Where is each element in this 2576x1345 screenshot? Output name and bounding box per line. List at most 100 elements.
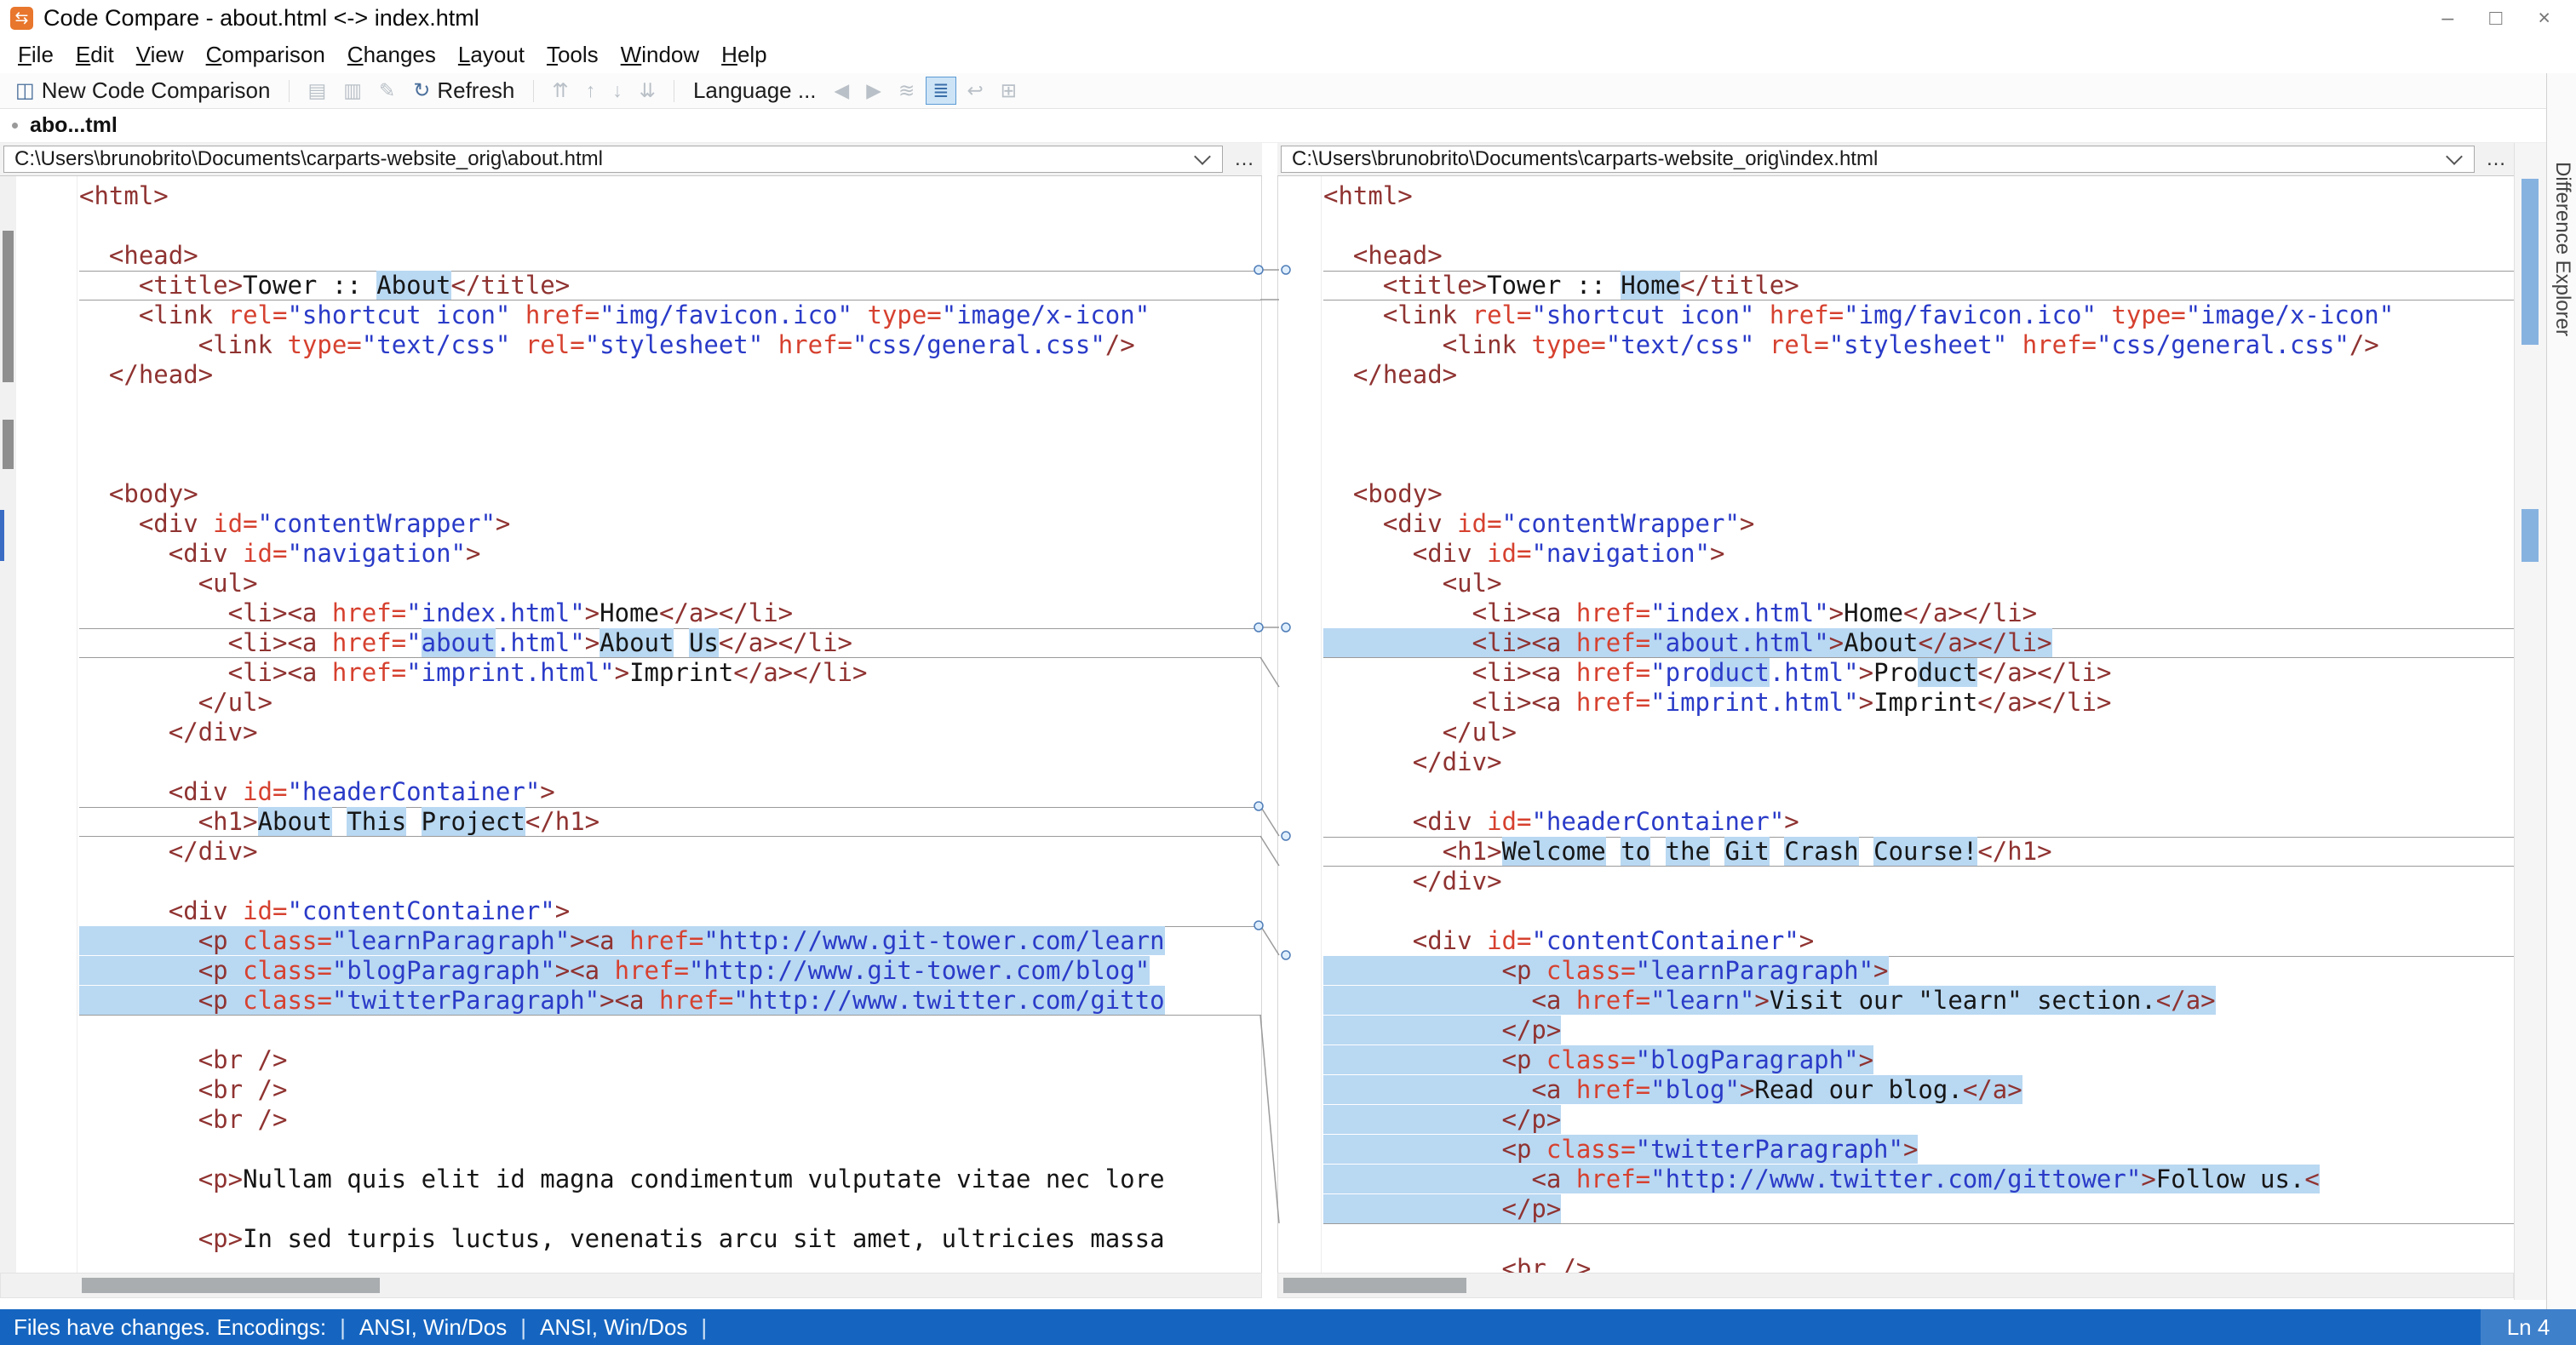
menu-item-help[interactable]: Help	[710, 42, 777, 68]
previous-difference-icon[interactable]: ↑	[580, 77, 602, 104]
menu-item-window[interactable]: Window	[610, 42, 710, 68]
code-line[interactable]: </div>	[79, 718, 1261, 747]
path-combobox-right[interactable]: C:\Users\brunobrito\Documents\carparts-w…	[1281, 146, 2475, 173]
code-line[interactable]: </div>	[79, 837, 1261, 867]
code-line[interactable]: <html>	[79, 181, 1261, 211]
code-line[interactable]	[79, 747, 1261, 777]
code-line[interactable]: <br />	[1323, 1254, 2514, 1273]
menu-item-view[interactable]: View	[125, 42, 195, 68]
code-line[interactable]	[1323, 777, 2514, 807]
code-line[interactable]: <li><a href="index.html">Home</a></li>	[79, 598, 1261, 628]
hscrollbar-right[interactable]	[1277, 1273, 2514, 1298]
code-line[interactable]: <ul>	[79, 569, 1261, 598]
code-line[interactable]: <a href="blog">Read our blog.</a>	[1323, 1075, 2514, 1105]
difference-map[interactable]	[2514, 143, 2547, 1300]
code-line[interactable]: <div id="navigation">	[1323, 539, 2514, 569]
save-icon[interactable]: ▤	[301, 77, 332, 104]
language-menu[interactable]: Language ...	[686, 76, 823, 106]
menu-item-changes[interactable]: Changes	[336, 42, 447, 68]
code-line[interactable]: <head>	[79, 241, 1261, 271]
code-line[interactable]: <link type="text/css" rel="stylesheet" h…	[79, 330, 1261, 360]
last-difference-icon[interactable]: ⇊	[634, 77, 662, 104]
code-editor-right[interactable]: <html> <head> <title>Tower :: Home</titl…	[1277, 175, 2514, 1273]
code-line[interactable]	[79, 1016, 1261, 1045]
code-line[interactable]: </head>	[79, 360, 1261, 390]
path-combobox-left[interactable]: C:\Users\brunobrito\Documents\carparts-w…	[3, 146, 1223, 173]
code-line[interactable]	[1323, 1224, 2514, 1254]
code-line[interactable]: <li><a href="product.html">Product</a></…	[1323, 658, 2514, 688]
code-line[interactable]: </p>	[1323, 1105, 2514, 1135]
change-minimap[interactable]	[0, 176, 17, 1273]
code-line[interactable]: <title>Tower :: Home</title>	[1323, 271, 2514, 300]
browse-button-right[interactable]: …	[2481, 146, 2510, 173]
code-line[interactable]: <li><a href="about.html">About</a></li>	[1323, 628, 2514, 658]
hscrollbar-left[interactable]	[0, 1273, 1262, 1298]
minimize-button[interactable]: –	[2441, 6, 2453, 31]
structure-view-icon[interactable]: ⊞	[995, 77, 1023, 104]
code-line[interactable]: <br />	[79, 1105, 1261, 1135]
code-line[interactable]: </ul>	[79, 688, 1261, 718]
document-tab[interactable]: abo...tml	[30, 113, 118, 138]
copy-to-left-icon[interactable]: ◀	[829, 77, 856, 104]
code-line[interactable]	[79, 390, 1261, 420]
code-line[interactable]	[79, 1135, 1261, 1165]
scrollbar-thumb[interactable]	[1283, 1278, 1466, 1293]
code-line[interactable]: <a href="http://www.twitter.com/gittower…	[1323, 1165, 2514, 1194]
menu-item-tools[interactable]: Tools	[536, 42, 610, 68]
copy-to-right-icon[interactable]: ▶	[860, 77, 887, 104]
code-line[interactable]: <p class="learnParagraph">	[1323, 956, 2514, 986]
code-line[interactable]: <p class="twitterParagraph"><a href="htt…	[79, 986, 1261, 1016]
code-line[interactable]	[79, 211, 1261, 241]
new-code-comparison-button[interactable]: ◫ New Code Comparison	[9, 76, 277, 106]
show-differences-icon[interactable]: ≣	[926, 77, 956, 105]
code-line[interactable]	[79, 420, 1261, 449]
code-line[interactable]: <body>	[79, 479, 1261, 509]
ignore-whitespace-icon[interactable]: ≋	[892, 77, 921, 104]
code-line[interactable]: <p class="blogParagraph">	[1323, 1045, 2514, 1075]
code-line[interactable]: </p>	[1323, 1016, 2514, 1045]
code-line[interactable]: </p>	[1323, 1194, 2514, 1224]
code-line[interactable]	[1323, 211, 2514, 241]
code-line[interactable]	[1323, 390, 2514, 420]
code-line[interactable]: <div id="contentContainer">	[79, 896, 1261, 926]
code-line[interactable]: <h1>About This Project</h1>	[79, 807, 1261, 837]
code-line[interactable]: <div id="contentWrapper">	[1323, 509, 2514, 539]
code-line[interactable]: <link rel="shortcut icon" href="img/favi…	[79, 300, 1261, 330]
menu-item-comparison[interactable]: Comparison	[195, 42, 336, 68]
code-line[interactable]: <br />	[79, 1075, 1261, 1105]
close-button[interactable]: ×	[2538, 6, 2550, 31]
code-line[interactable]: <h1>Welcome to the Git Crash Course!</h1…	[1323, 837, 2514, 867]
menu-item-file[interactable]: File	[7, 42, 65, 68]
code-line[interactable]: </div>	[1323, 867, 2514, 896]
code-line[interactable]	[79, 449, 1261, 479]
first-difference-icon[interactable]: ⇈	[546, 77, 574, 104]
code-line[interactable]: <title>Tower :: About</title>	[79, 271, 1261, 300]
code-line[interactable]: <ul>	[1323, 569, 2514, 598]
scrollbar-thumb[interactable]	[82, 1278, 380, 1293]
code-editor-left[interactable]: <html> <head> <title>Tower :: About</tit…	[0, 175, 1262, 1273]
code-line[interactable]: <link rel="shortcut icon" href="img/favi…	[1323, 300, 2514, 330]
code-line[interactable]: <li><a href="imprint.html">Imprint</a></…	[1323, 688, 2514, 718]
menu-item-layout[interactable]: Layout	[447, 42, 536, 68]
code-line[interactable]: </ul>	[1323, 718, 2514, 747]
code-line[interactable]	[79, 867, 1261, 896]
code-line[interactable]: <li><a href="about.html">About Us</a></l…	[79, 628, 1261, 658]
code-line[interactable]: </div>	[1323, 747, 2514, 777]
code-line[interactable]: <a href="learn">Visit our "learn" sectio…	[1323, 986, 2514, 1016]
code-line[interactable]: <head>	[1323, 241, 2514, 271]
code-line[interactable]: <link type="text/css" rel="stylesheet" h…	[1323, 330, 2514, 360]
code-line[interactable]	[1323, 449, 2514, 479]
code-line[interactable]: <p class="twitterParagraph">	[1323, 1135, 2514, 1165]
maximize-button[interactable]: □	[2489, 6, 2502, 31]
code-line[interactable]: </head>	[1323, 360, 2514, 390]
code-line[interactable]: <li><a href="imprint.html">Imprint</a></…	[79, 658, 1261, 688]
code-line[interactable]: <body>	[1323, 479, 2514, 509]
code-line[interactable]: <div id="headerContainer">	[79, 777, 1261, 807]
code-line[interactable]: <div id="navigation">	[79, 539, 1261, 569]
code-line[interactable]: <p class="blogParagraph"><a href="http:/…	[79, 956, 1261, 986]
menu-item-edit[interactable]: Edit	[65, 42, 125, 68]
browse-button-left[interactable]: …	[1230, 146, 1259, 173]
save-all-icon[interactable]: ▥	[337, 77, 368, 104]
code-line[interactable]	[1323, 896, 2514, 926]
code-line[interactable]: <p>In sed turpis luctus, venenatis arcu …	[79, 1224, 1261, 1254]
